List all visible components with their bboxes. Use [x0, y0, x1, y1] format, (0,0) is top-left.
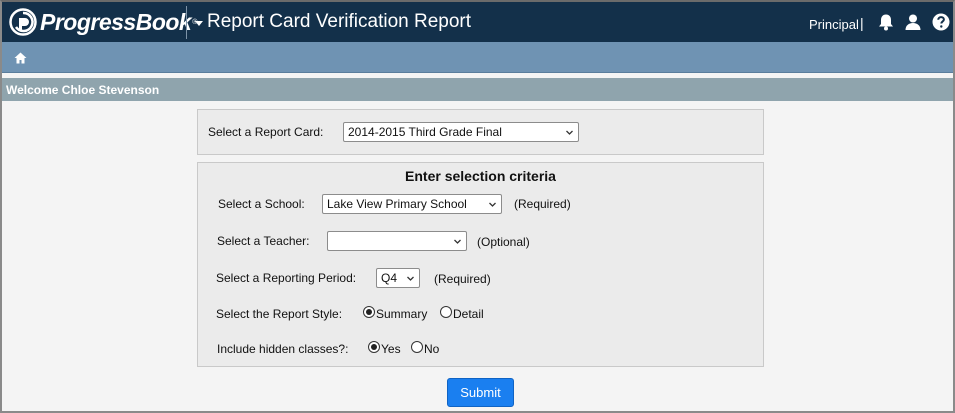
report-card-select[interactable]: 2014-2015 Third Grade Final	[343, 122, 579, 142]
welcome-bar: Welcome Chloe Stevenson	[2, 78, 953, 101]
help-icon[interactable]	[932, 13, 950, 31]
detail-radio[interactable]	[440, 306, 452, 318]
detail-option-label[interactable]: Detail	[453, 307, 484, 321]
period-select[interactable]: Q4	[376, 268, 420, 288]
summary-radio[interactable]	[363, 306, 375, 318]
no-option-label[interactable]: No	[424, 342, 439, 356]
chevron-down-icon	[407, 276, 414, 281]
hidden-classes-label: Include hidden classes?:	[217, 342, 349, 356]
period-label: Select a Reporting Period:	[216, 271, 357, 285]
teacher-optional-note: (Optional)	[477, 235, 530, 249]
progressbook-logo-icon	[9, 8, 37, 36]
chevron-down-icon	[566, 130, 573, 135]
report-card-selected: 2014-2015 Third Grade Final	[348, 125, 502, 139]
page-title: Report Card Verification Report	[207, 11, 472, 32]
home-icon[interactable]	[14, 52, 27, 64]
nav-bar	[2, 42, 953, 73]
welcome-message: Welcome Chloe Stevenson	[6, 83, 160, 97]
report-card-label: Select a Report Card:	[208, 125, 324, 139]
teacher-label: Select a Teacher:	[217, 234, 310, 248]
yes-option-label[interactable]: Yes	[381, 342, 401, 356]
teacher-select[interactable]	[327, 231, 467, 251]
progressbook-logo[interactable]: ProgressBook ®	[8, 7, 197, 37]
user-icon[interactable]	[904, 13, 922, 31]
school-selected: Lake View Primary School	[327, 197, 467, 211]
summary-option-label[interactable]: Summary	[376, 307, 427, 321]
no-radio[interactable]	[411, 341, 423, 353]
report-card-panel: Select a Report Card: 2014-2015 Third Gr…	[197, 109, 764, 155]
app-window: ProgressBook ® Report Card Verification …	[0, 0, 955, 413]
period-selected: Q4	[381, 271, 398, 285]
report-title-dropdown[interactable]: Report Card Verification Report	[195, 11, 471, 33]
period-required-note: (Required)	[434, 272, 491, 286]
section-title: Enter selection criteria	[405, 168, 556, 184]
header-bar: ProgressBook ® Report Card Verification …	[2, 2, 953, 42]
report-style-label: Select the Report Style:	[216, 307, 343, 321]
header-divider	[186, 6, 187, 39]
yes-radio[interactable]	[368, 341, 380, 353]
submit-button[interactable]: Submit	[447, 378, 514, 407]
school-label: Select a School:	[218, 197, 305, 211]
selection-criteria-panel: Enter selection criteria Select a School…	[197, 162, 764, 367]
role-separator: |	[860, 15, 864, 31]
caret-down-icon	[195, 20, 203, 26]
school-select[interactable]: Lake View Primary School	[322, 194, 502, 214]
brand-name: ProgressBook	[40, 8, 192, 35]
chevron-down-icon	[489, 202, 496, 207]
chevron-down-icon	[454, 239, 461, 244]
bell-icon[interactable]	[877, 13, 895, 31]
role-menu[interactable]: Principal	[809, 17, 859, 32]
school-required-note: (Required)	[514, 197, 571, 211]
